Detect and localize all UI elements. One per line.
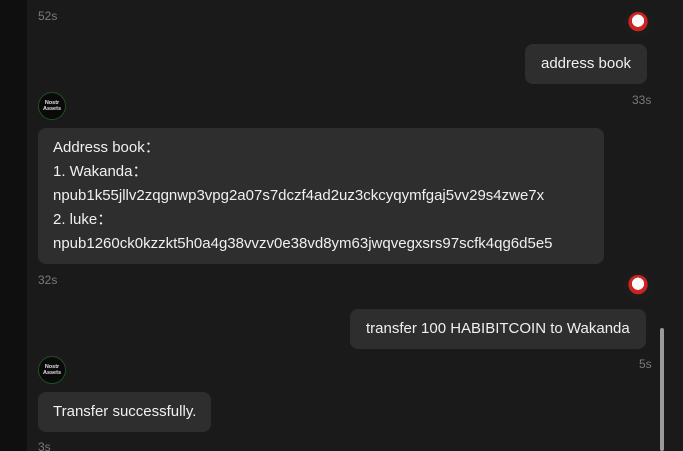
message-timestamp: 3s <box>38 440 51 451</box>
user-avatar[interactable] <box>624 272 652 300</box>
message-timestamp: 52s <box>38 9 58 23</box>
address-entry-npub: npub1k55jllv2zqgnwp3vpg2a07s7dczf4ad2uz3… <box>53 187 545 204</box>
address-entry-npub: npub1260ck0kzzkt5h0a4g38vvzv0e38vd8ym63j… <box>53 235 553 252</box>
chat-panel[interactable]: 52s address book 33s Nostr Assets Addres… <box>27 0 683 451</box>
left-gutter <box>0 0 27 451</box>
message-timestamp: 33s <box>632 93 652 107</box>
user-avatar[interactable] <box>624 9 652 37</box>
message-timestamp: 5s <box>639 357 652 371</box>
nostr-assets-avatar[interactable]: Nostr Assets <box>38 92 66 120</box>
user-message-bubble: transfer 100 HABIBITCOIN to Wakanda <box>350 309 646 349</box>
bot-message-bubble: Transfer successfully. <box>38 392 212 432</box>
nostr-assets-avatar[interactable]: Nostr Assets <box>38 356 66 384</box>
address-book-title: Address book： <box>53 139 160 156</box>
address-entry-name: 2. luke： <box>53 211 113 228</box>
chat-scrollbar[interactable] <box>660 328 666 451</box>
message-text: address book <box>541 55 632 72</box>
scrollbar-thumb[interactable] <box>660 328 664 451</box>
address-entry-name: 1. Wakanda： <box>53 163 148 180</box>
avatar-text-line-2: Assets <box>42 106 62 112</box>
message-text: Transfer successfully. <box>53 403 197 420</box>
user-message-bubble: address book <box>525 44 648 84</box>
avatar-text-line-2: Assets <box>42 370 62 376</box>
bot-message-bubble: Address book： 1. Wakanda： npub1k55jllv2z… <box>38 128 604 264</box>
message-timestamp: 32s <box>38 273 58 287</box>
message-text: transfer 100 HABIBITCOIN to Wakanda <box>366 320 630 337</box>
